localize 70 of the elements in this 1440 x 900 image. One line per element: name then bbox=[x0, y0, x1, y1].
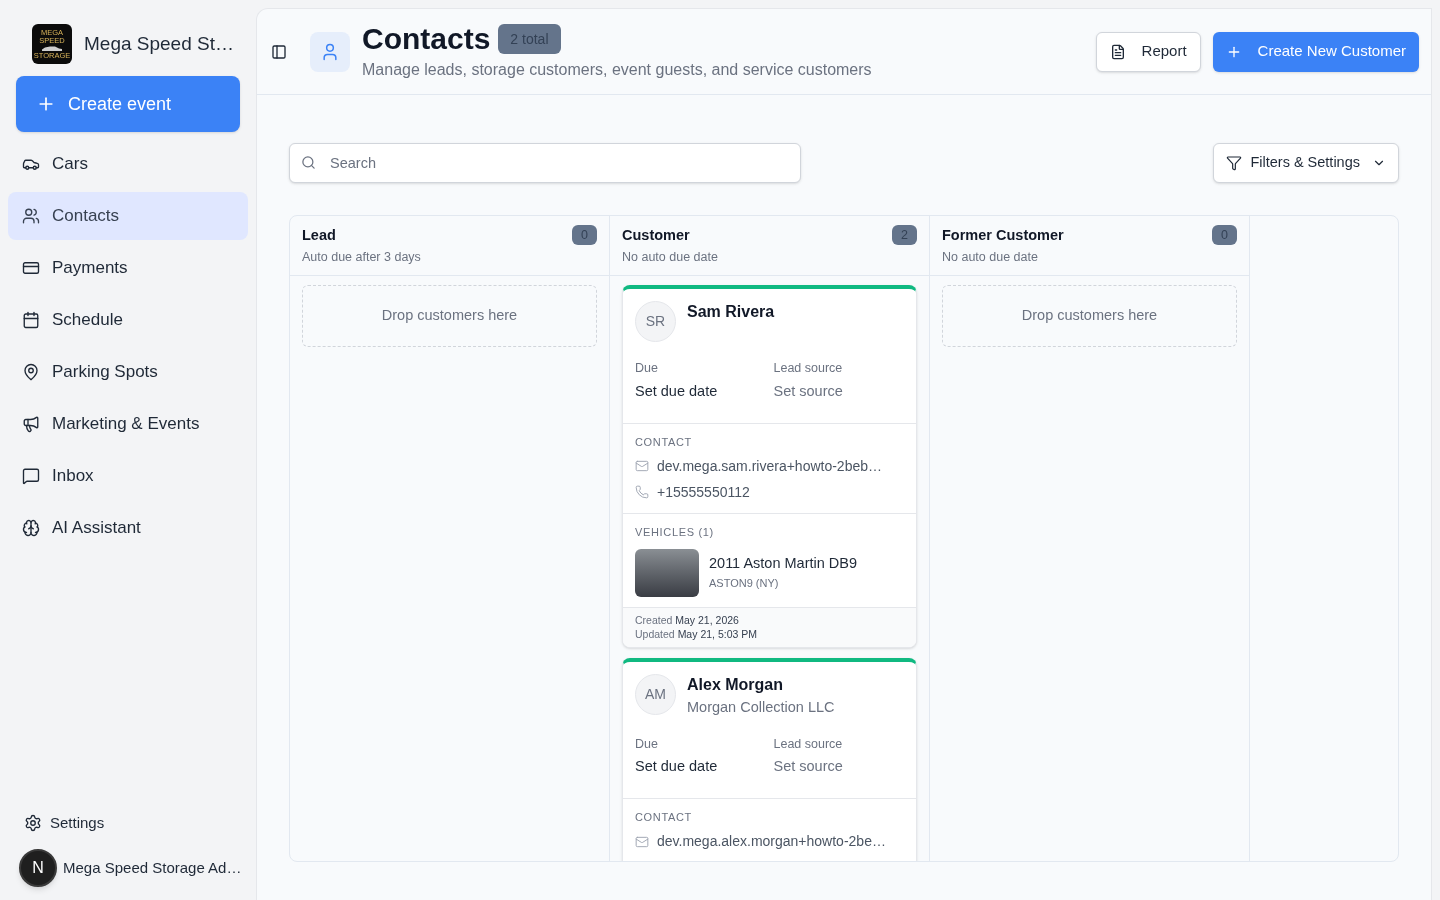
avatar-initials: SR bbox=[635, 301, 676, 342]
source-link[interactable]: Set source bbox=[773, 380, 904, 403]
megaphone-icon bbox=[22, 415, 40, 433]
sidebar-item[interactable]: Marketing & Events bbox=[8, 400, 248, 448]
section-heading: CONTACT bbox=[635, 434, 693, 450]
section-heading: CONTACT bbox=[635, 810, 693, 825]
map-pin-icon bbox=[22, 363, 40, 381]
drop-zone: Drop customers here bbox=[302, 285, 597, 347]
filters-button[interactable]: Filters & Settings bbox=[1213, 143, 1399, 183]
settings-icon bbox=[24, 814, 42, 832]
phone-link[interactable]: +15555550112 bbox=[657, 481, 750, 503]
funnel-icon bbox=[1226, 155, 1243, 171]
credit-card-icon bbox=[22, 259, 40, 277]
create-customer-button[interactable]: Create New Customer bbox=[1212, 31, 1419, 72]
section-heading: VEHICLES (1) bbox=[635, 525, 715, 540]
field-label: Due bbox=[635, 735, 659, 753]
avatar-initials: AM bbox=[635, 673, 676, 715]
customer-card[interactable]: AM Alex Morgan Morgan Collection LLC Due Set due date Lead source Set source CONTACT dev.mega.alex.morgan+howto-2be… bbox=[622, 657, 917, 861]
column-title: Lead bbox=[302, 226, 337, 245]
page-title: Contacts bbox=[362, 24, 491, 54]
company-name: Morgan Collection LLC bbox=[687, 697, 835, 717]
report-button[interactable]: Report bbox=[1095, 31, 1201, 72]
column-subtitle: No auto due date bbox=[942, 249, 1039, 266]
account-badge[interactable]: N bbox=[19, 849, 57, 887]
panel-icon bbox=[271, 43, 287, 60]
settings-link[interactable]: Settings bbox=[8, 807, 248, 839]
mail-icon bbox=[635, 459, 649, 473]
sidebar-item[interactable]: Contacts bbox=[8, 192, 248, 240]
sidebar-item[interactable]: Parking Spots bbox=[8, 348, 248, 396]
sidebar-item[interactable]: AI Assistant bbox=[8, 504, 248, 552]
source-link[interactable]: Set source bbox=[773, 756, 904, 778]
license-plate: ASTON9 (NY) bbox=[709, 576, 780, 592]
email-link[interactable]: dev.mega.alex.morgan+howto-2be… bbox=[657, 831, 886, 852]
field-label: Lead source bbox=[773, 360, 844, 377]
created-date: Created May 21, 2026 bbox=[635, 612, 740, 627]
search-icon bbox=[301, 155, 316, 170]
car-drawing bbox=[41, 45, 63, 51]
customer-name[interactable]: Sam Rivera bbox=[687, 301, 775, 323]
account-name[interactable]: Mega Speed Storage Ad… bbox=[63, 856, 242, 880]
brand-name: Mega Speed St… bbox=[84, 31, 234, 56]
column-subtitle: No auto due date bbox=[622, 249, 718, 266]
email-link[interactable]: dev.mega.sam.rivera+howto-2beb… bbox=[657, 455, 883, 477]
column-subtitle: Auto due after 3 days bbox=[302, 249, 421, 266]
phone-icon bbox=[635, 485, 649, 499]
field-label: Lead source bbox=[773, 735, 844, 753]
page-subtitle: Manage leads, storage customers, event guests, and service customers bbox=[362, 60, 872, 80]
sidebar-item[interactable]: Payments bbox=[8, 244, 248, 292]
vehicle-name[interactable]: 2011 Aston Martin DB9 bbox=[709, 553, 858, 576]
column-title: Former Customer bbox=[942, 226, 1064, 245]
chat-bubble-icon bbox=[22, 467, 40, 485]
drop-zone: Drop customers here bbox=[942, 285, 1237, 347]
column-title: Customer bbox=[622, 226, 691, 245]
customer-name[interactable]: Alex Morgan bbox=[687, 673, 835, 696]
due-date-link[interactable]: Set due date bbox=[635, 756, 770, 778]
due-date-link[interactable]: Set due date bbox=[635, 380, 770, 403]
document-icon bbox=[1109, 43, 1126, 60]
create-event-button[interactable]: Create event bbox=[16, 76, 240, 132]
mail-icon bbox=[635, 834, 649, 849]
photo-placeholder bbox=[635, 548, 699, 597]
search-field[interactable]: Search bbox=[289, 143, 801, 183]
calendar-icon bbox=[22, 311, 40, 329]
sidebar-item[interactable]: Schedule bbox=[8, 296, 248, 344]
sidebar-item[interactable]: Cars bbox=[8, 140, 248, 188]
sidebar-item[interactable]: Inbox bbox=[8, 452, 248, 500]
updated-date: Updated May 21, 5:03 PM bbox=[635, 626, 758, 641]
brain-icon bbox=[22, 519, 40, 537]
users-icon bbox=[22, 207, 40, 225]
customer-card[interactable]: SR Sam Rivera Due Set due date Lead source Set source CONTACT dev.mega.sam.rivera+howto-2beb… +15555550112 VEHICLES (1) 2011 Aston Martin DB9 ASTON9 (NY) Created May 21, 2026 Updated May 21, 5:03 PM bbox=[622, 285, 917, 648]
user-icon bbox=[320, 41, 340, 62]
field-label: Due bbox=[635, 360, 659, 377]
